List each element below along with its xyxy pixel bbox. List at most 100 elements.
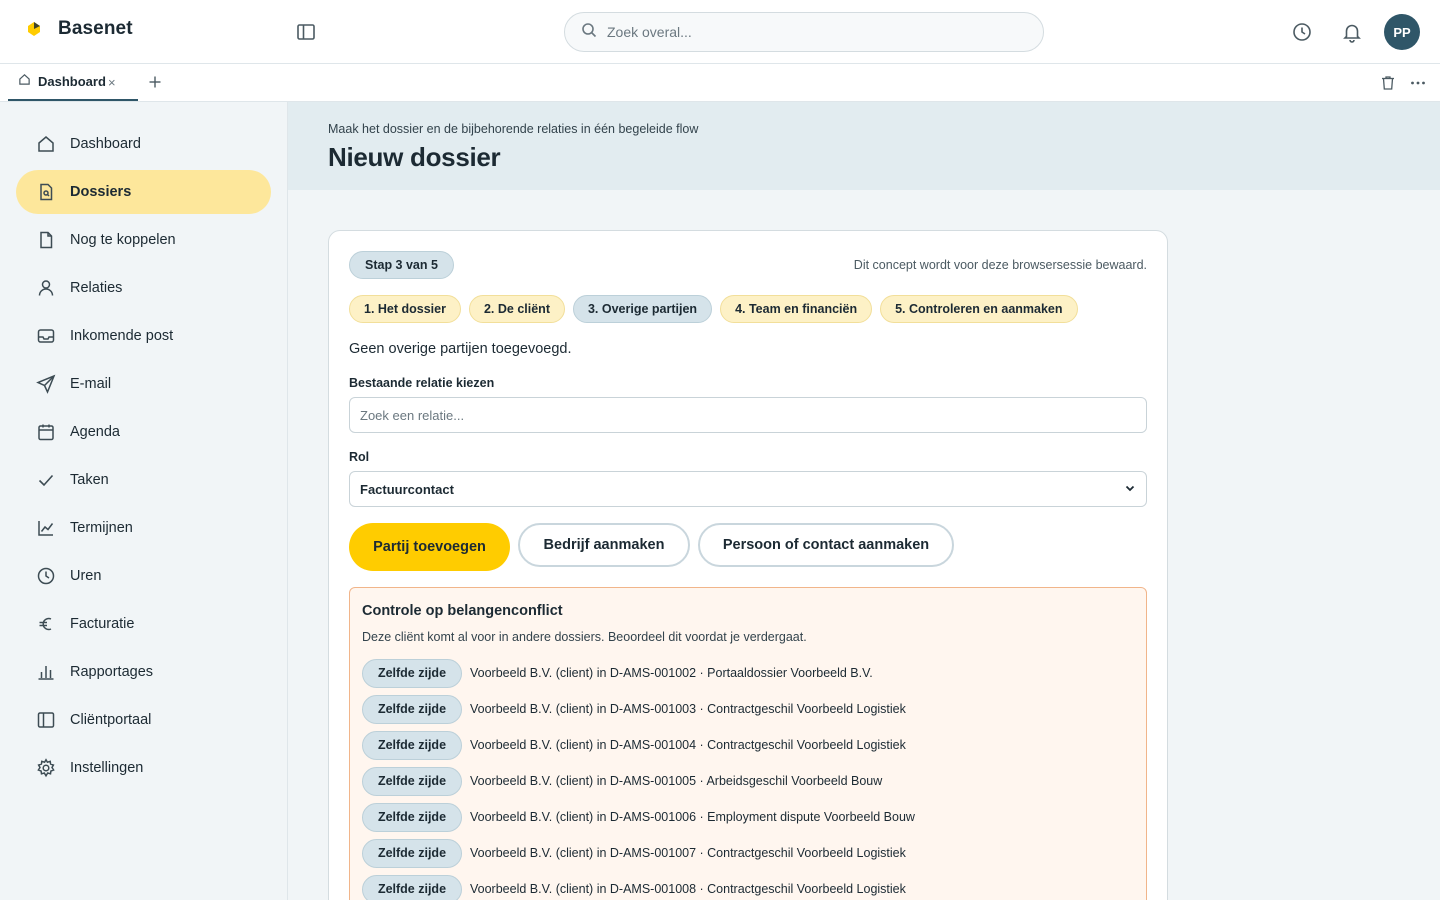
step-team-en-financien[interactable]: 4. Team en financiën (720, 295, 873, 323)
sidebar-item-label: Taken (70, 472, 109, 488)
sidebar-item-taken[interactable]: Taken (16, 458, 271, 502)
sidebar-item-relaties[interactable]: Relaties (16, 266, 271, 310)
user-icon (36, 278, 56, 298)
sidebar-item-uren[interactable]: Uren (16, 554, 271, 598)
step-controleren-en-aanmaken[interactable]: 5. Controleren en aanmaken (880, 295, 1078, 323)
main-content: Maak het dossier en de bijbehorende rela… (288, 102, 1440, 900)
bar-chart-icon (36, 662, 56, 682)
panel-icon (36, 710, 56, 730)
role-label: Rol (349, 450, 370, 464)
app-logo[interactable]: Basenet (24, 18, 133, 40)
conflict-row: Zelfde zijde Voorbeeld B.V. (client) in … (362, 802, 915, 832)
conflict-title: Controle op belangenconflict (362, 603, 563, 619)
conflict-row: Zelfde zijde Voorbeeld B.V. (client) in … (362, 730, 906, 760)
chevron-down-icon (1124, 482, 1136, 497)
inbox-icon (36, 326, 56, 346)
conflict-row: Zelfde zijde Voorbeeld B.V. (client) in … (362, 766, 882, 796)
sidebar-item-facturatie[interactable]: Facturatie (16, 602, 271, 646)
tab-label: Dashboard (38, 74, 106, 89)
step-de-client[interactable]: 2. De cliënt (468, 295, 565, 323)
sidebar-item-label: Dashboard (70, 136, 141, 152)
conflict-row-text: Voorbeeld B.V. (client) in D-AMS-001008 … (470, 882, 906, 896)
sidebar-toggle-icon[interactable] (294, 20, 318, 44)
role-select-value: Factuurcontact (360, 481, 454, 497)
avatar[interactable]: PP (1384, 14, 1420, 50)
step-het-dossier[interactable]: 1. Het dossier (349, 295, 461, 323)
conflict-row-text: Voorbeeld B.V. (client) in D-AMS-001002 … (470, 666, 873, 680)
conflict-row: Zelfde zijde Voorbeeld B.V. (client) in … (362, 838, 906, 868)
sidebar-item-dossiers[interactable]: Dossiers (16, 170, 271, 214)
role-select[interactable]: Factuurcontact (349, 471, 1147, 507)
side-badge: Zelfde zijde (362, 838, 462, 868)
app-name: Basenet (58, 18, 133, 39)
conflict-row: Zelfde zijde Voorbeeld B.V. (client) in … (362, 694, 906, 724)
check-icon (36, 470, 56, 490)
conflict-row-text: Voorbeeld B.V. (client) in D-AMS-001003 … (470, 702, 906, 716)
step-overige-partijen[interactable]: 3. Overige partijen (572, 295, 713, 323)
logo-icon (24, 19, 44, 39)
side-badge: Zelfde zijde (362, 694, 462, 724)
sidebar-item-email[interactable]: E-mail (16, 362, 271, 406)
side-badge: Zelfde zijde (362, 802, 462, 832)
trash-icon[interactable] (1379, 74, 1397, 92)
conflict-check-panel: Controle op belangenconflict Deze cliënt… (349, 587, 1147, 900)
sidebar-item-label: Relaties (70, 280, 123, 296)
sidebar-item-label: E-mail (70, 376, 112, 392)
sidebar-item-label: Agenda (70, 424, 120, 440)
sidebar-item-dashboard[interactable]: Dashboard (16, 122, 271, 166)
create-company-button[interactable]: Bedrijf aanmaken (518, 523, 690, 567)
sidebar-item-label: Rapportages (70, 664, 154, 680)
side-badge: Zelfde zijde (362, 766, 462, 796)
sidebar-item-instellingen[interactable]: Instellingen (16, 746, 271, 790)
send-icon (36, 374, 56, 394)
step-badge: Stap 3 van 5 (349, 251, 454, 279)
conflict-row: Zelfde zijde Voorbeeld B.V. (client) in … (362, 658, 873, 688)
more-icon[interactable] (1409, 74, 1427, 92)
create-person-button[interactable]: Persoon of contact aanmaken (698, 523, 954, 567)
sidebar-item-label: Uren (70, 568, 102, 584)
sidebar-item-clientportaal[interactable]: Cliëntportaal (16, 698, 271, 742)
side-badge: Zelfde zijde (362, 730, 462, 760)
add-party-button[interactable]: Partij toevoegen (349, 523, 510, 571)
sidebar-item-label: Cliëntportaal (70, 712, 152, 728)
home-icon (18, 73, 31, 91)
page-header: Maak het dossier en de bijbehorende rela… (288, 102, 1440, 190)
empty-parties-text: Geen overige partijen toegevoegd. (349, 341, 572, 357)
sidebar-item-agenda[interactable]: Agenda (16, 410, 271, 454)
sidebar-item-nog-te-koppelen[interactable]: Nog te koppelen (16, 218, 271, 262)
sidebar-item-inkomende-post[interactable]: Inkomende post (16, 314, 271, 358)
search-input[interactable] (607, 24, 1027, 40)
relation-search-input[interactable] (349, 397, 1147, 433)
sidebar-item-termijnen[interactable]: Termijnen (16, 506, 271, 550)
conflict-row-text: Voorbeeld B.V. (client) in D-AMS-001007 … (470, 846, 906, 860)
sidebar-item-rapportages[interactable]: Rapportages (16, 650, 271, 694)
gear-icon (36, 758, 56, 778)
document-icon (36, 230, 56, 250)
side-badge: Zelfde zijde (362, 874, 462, 900)
sidebar-item-label: Dossiers (70, 184, 132, 200)
add-tab-icon[interactable] (146, 73, 164, 91)
sidebar-item-label: Nog te koppelen (70, 232, 176, 248)
side-badge: Zelfde zijde (362, 658, 462, 688)
tab-close-icon[interactable]: × (108, 75, 116, 90)
home-icon (36, 134, 56, 154)
history-icon[interactable] (1290, 20, 1314, 44)
concept-note: Dit concept wordt voor deze browsersessi… (853, 258, 1147, 272)
conflict-description: Deze cliënt komt al voor in andere dossi… (362, 630, 807, 644)
page-subtitle: Maak het dossier en de bijbehorende rela… (328, 122, 699, 136)
wizard-card: Stap 3 van 5 Dit concept wordt voor deze… (328, 230, 1168, 900)
tab-bar: Dashboard × (0, 64, 1440, 102)
clock-icon (36, 566, 56, 586)
conflict-row-text: Voorbeeld B.V. (client) in D-AMS-001006 … (470, 810, 915, 824)
search-icon (581, 22, 597, 43)
global-search[interactable] (564, 12, 1044, 52)
sidebar-item-label: Inkomende post (70, 328, 174, 344)
relation-label: Bestaande relatie kiezen (349, 376, 495, 390)
tab-dashboard[interactable]: Dashboard (8, 64, 138, 101)
bell-icon[interactable] (1340, 20, 1364, 44)
sidebar-item-label: Instellingen (70, 760, 144, 776)
chart-line-icon (36, 518, 56, 538)
conflict-row: Zelfde zijde Voorbeeld B.V. (client) in … (362, 874, 906, 900)
wizard-steps: 1. Het dossier 2. De cliënt 3. Overige p… (349, 295, 1078, 323)
page-title: Nieuw dossier (328, 142, 501, 172)
